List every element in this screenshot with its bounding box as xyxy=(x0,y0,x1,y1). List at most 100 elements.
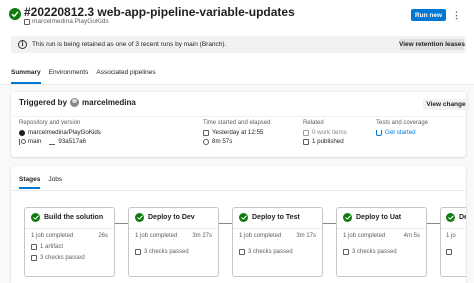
elapsed-row: 8m 57s xyxy=(203,137,270,146)
success-check-icon xyxy=(135,213,144,222)
stage-name: Build the solution xyxy=(44,214,104,221)
stage-name: Deploy to Uat xyxy=(356,214,402,221)
related-label: Related xyxy=(303,120,324,126)
stage-connector xyxy=(115,223,128,224)
get-started-text: Get started xyxy=(385,129,416,136)
tests-column: Tests and coverage Get started xyxy=(376,120,428,137)
stage-connector xyxy=(219,223,232,224)
repo-version-label: Repository and version xyxy=(19,120,81,126)
stage-jobs: 1 job completed xyxy=(135,233,178,239)
stage-jobs-row: 1 jo xyxy=(446,233,460,239)
started-row: Yesterday at 12:55 xyxy=(203,128,270,137)
view-change-button[interactable]: View change xyxy=(423,99,469,110)
repo-icon xyxy=(24,18,30,25)
stage-duration: 4m 5s xyxy=(403,233,420,239)
published-row[interactable]: 1 published xyxy=(303,137,347,146)
stage-checks: 3 checks passed xyxy=(352,249,397,255)
stage-jobs: 1 job completed xyxy=(343,233,386,239)
tests-label: Tests and coverage xyxy=(376,120,429,126)
view-retention-leases-button[interactable]: View retention leases xyxy=(399,39,465,50)
published-count: 1 published xyxy=(312,138,344,145)
tab-associated-pipelines[interactable]: Associated pipelines xyxy=(96,69,155,85)
stage-header: Deploy to Dev xyxy=(135,213,195,222)
stage-jobs: 1 job completed xyxy=(239,233,282,239)
stage-divider xyxy=(25,228,114,229)
repo-link[interactable]: marcelmedina/PlayGoKids xyxy=(19,128,101,137)
calendar-icon xyxy=(203,129,209,136)
run-new-button[interactable]: Run new xyxy=(411,9,446,21)
kebab-icon[interactable]: ⋮ xyxy=(452,10,461,20)
commit-id[interactable]: 93a517a6 xyxy=(58,138,86,145)
stage-checks-row[interactable]: 3 checks passed xyxy=(31,255,108,261)
get-started-link[interactable]: Get started xyxy=(376,128,428,137)
avatar xyxy=(70,98,80,107)
beaker-icon xyxy=(376,129,382,136)
related-column: Related 0 work items 1 published xyxy=(303,120,347,146)
card-divider xyxy=(11,116,466,117)
triggered-by-label: Triggered by xyxy=(19,98,68,107)
success-check-icon xyxy=(9,8,21,20)
stage-checks-row[interactable]: 3 checks passed xyxy=(135,249,212,255)
checks-icon xyxy=(343,249,349,255)
time-label: Time started and elapsed xyxy=(203,120,271,126)
artifact-icon xyxy=(303,138,309,145)
stage-artifact: 1 artifact xyxy=(40,244,64,250)
branch-name[interactable]: main xyxy=(28,138,41,145)
stage-checks-row[interactable]: 3 checks passed xyxy=(343,249,420,255)
triggered-by-user[interactable]: marcelmedina xyxy=(82,98,136,107)
work-item-icon xyxy=(303,129,309,136)
stage-tabs: Stages Jobs xyxy=(19,176,62,189)
tab-stages[interactable]: Stages xyxy=(19,176,41,189)
stage-name: Deploy to Dev xyxy=(148,214,195,221)
repo-subtitle-text: marcelmedina.PlayGoKids xyxy=(32,18,109,25)
stage-header: Deploy to Test xyxy=(239,213,300,222)
stage-header: De xyxy=(446,213,466,222)
stage-connector xyxy=(323,223,336,224)
stage-checks-row xyxy=(446,249,460,255)
tab-jobs[interactable]: Jobs xyxy=(48,176,62,189)
repo-version-column: Repository and version marcelmedina/Play… xyxy=(19,120,101,146)
banner-text: This run is being retained as one of 3 r… xyxy=(32,41,227,48)
page-tabs: Summary Environments Associated pipeline… xyxy=(11,69,156,85)
artifact-icon xyxy=(31,244,37,250)
triggered-by: Triggered by marcelmedina xyxy=(19,98,136,107)
stage-checks: 3 checks passed xyxy=(144,249,189,255)
stage-duration: 3m 17s xyxy=(296,233,316,239)
commit-icon xyxy=(49,143,56,145)
branch-commit-row: main 93a517a6 xyxy=(19,137,101,146)
started-time: Yesterday at 12:55 xyxy=(212,129,264,136)
success-check-icon xyxy=(239,213,248,222)
stage-divider xyxy=(441,228,466,229)
repo-name: marcelmedina/PlayGoKids xyxy=(28,129,101,136)
stage-card-build[interactable]: Build the solution 1 job completed 26s 1… xyxy=(24,207,115,277)
clock-icon xyxy=(203,138,209,145)
run-header: #20220812.3 web-app-pipeline-variable-up… xyxy=(0,0,474,30)
checks-icon xyxy=(239,249,245,255)
stage-divider xyxy=(337,228,426,229)
repo-subtitle[interactable]: marcelmedina.PlayGoKids xyxy=(24,18,109,25)
run-title: #20220812.3 web-app-pipeline-variable-up… xyxy=(24,5,295,19)
checks-icon xyxy=(446,249,452,255)
tab-environments[interactable]: Environments xyxy=(49,69,89,85)
stage-card-uat[interactable]: Deploy to Uat 1 job completed 4m 5s 3 ch… xyxy=(336,207,427,277)
stage-artifact-row[interactable]: 1 artifact xyxy=(31,244,108,250)
stage-divider xyxy=(129,228,218,229)
stage-card-dev[interactable]: Deploy to Dev 1 job completed 3m 27s 3 c… xyxy=(128,207,219,277)
stages-divider xyxy=(11,190,466,191)
stage-card-prod[interactable]: De 1 jo xyxy=(440,207,466,277)
success-check-icon xyxy=(343,213,352,222)
stage-duration: 26s xyxy=(98,233,108,239)
stage-header: Deploy to Uat xyxy=(343,213,401,222)
stage-checks: 3 checks passed xyxy=(248,249,293,255)
stage-jobs: 1 jo xyxy=(446,233,456,239)
stage-jobs: 1 job completed xyxy=(31,233,74,239)
tab-summary[interactable]: Summary xyxy=(11,69,41,85)
stage-card-test[interactable]: Deploy to Test 1 job completed 3m 17s 3 … xyxy=(232,207,323,277)
stage-jobs-row: 1 job completed 26s xyxy=(31,233,108,239)
info-icon: i xyxy=(18,40,27,49)
elapsed-time: 8m 57s xyxy=(212,138,233,145)
work-items: 0 work items xyxy=(312,129,347,136)
stage-checks-row[interactable]: 3 checks passed xyxy=(239,249,316,255)
stage-name: Deploy to Test xyxy=(252,214,300,221)
summary-card: Triggered by marcelmedina View change Re… xyxy=(11,92,469,157)
